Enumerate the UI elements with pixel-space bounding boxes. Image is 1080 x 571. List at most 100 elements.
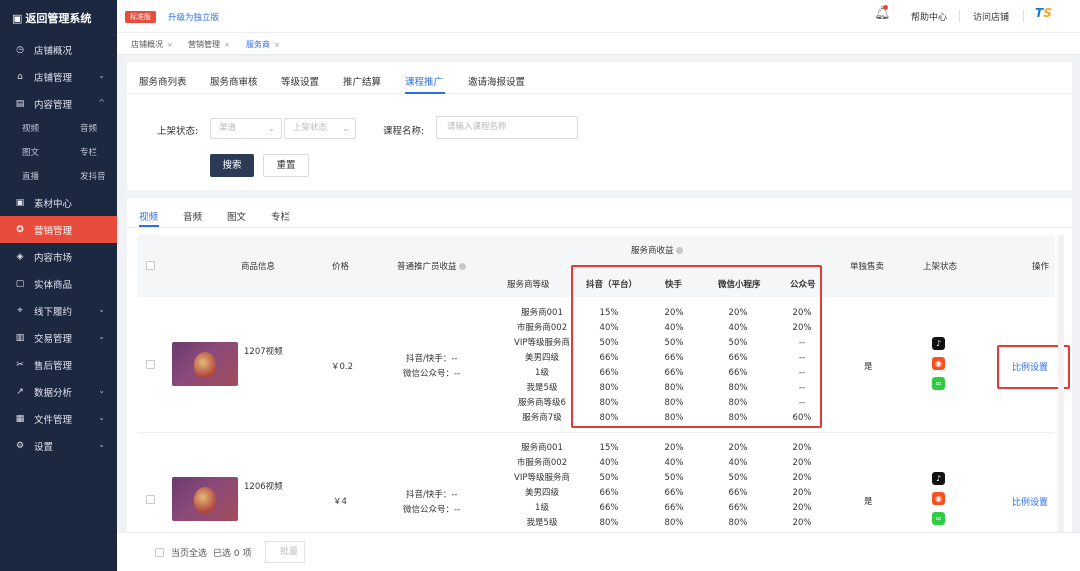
select-all-label[interactable]: 当页全选 bbox=[171, 546, 207, 559]
sidebar-item[interactable]: ▤ 内容管理 ^ bbox=[0, 90, 117, 117]
rate-value: 15% bbox=[599, 443, 619, 453]
rate-value: 66% bbox=[599, 503, 619, 513]
rate-value: 20% bbox=[792, 473, 812, 483]
close-icon[interactable]: × bbox=[224, 41, 230, 49]
tier-name: 服务商001 bbox=[521, 443, 563, 453]
divider bbox=[127, 227, 1072, 228]
sidebar-item-label: 内容管理 bbox=[34, 99, 73, 111]
visit-store-link[interactable]: 访问店铺 bbox=[973, 10, 1009, 23]
notification-dot bbox=[883, 5, 888, 10]
subtab-article[interactable]: 图文 bbox=[227, 209, 246, 223]
sidebar-item[interactable]: ✂ 售后管理 bbox=[0, 351, 117, 378]
douyin-rates: 15% 40% 50% 66% 66% 80% bbox=[579, 441, 639, 531]
app-logo[interactable]: ▣ 返回管理系统 bbox=[0, 0, 117, 36]
sidebar-subitem[interactable]: 视频 bbox=[22, 117, 80, 141]
col-listing-status: 上架状态 bbox=[923, 262, 958, 272]
course-name-input[interactable]: 请输入课程名称 bbox=[436, 116, 578, 139]
page-select-all-checkbox[interactable] bbox=[155, 548, 164, 557]
box-icon: ▢ bbox=[15, 278, 25, 289]
rate-value: 20% bbox=[792, 518, 812, 528]
select-all-checkbox[interactable] bbox=[146, 261, 155, 270]
channel-select[interactable]: 渠道 ⌄ bbox=[210, 118, 282, 139]
rate-value: 66% bbox=[728, 488, 748, 498]
chevron-down-icon: ⌄ bbox=[98, 332, 105, 341]
close-icon[interactable]: × bbox=[274, 41, 280, 49]
chevron-down-icon: ⌄ bbox=[268, 124, 275, 133]
avatar[interactable]: TS bbox=[1035, 6, 1057, 26]
sidebar-subitem[interactable]: 图文 bbox=[22, 141, 80, 165]
file-icon: ▦ bbox=[15, 413, 25, 424]
kuaishou-icon: ◉ bbox=[932, 492, 945, 505]
tier-name: 美男四级 bbox=[524, 488, 559, 498]
tab-underline bbox=[405, 92, 445, 94]
row-checkbox[interactable] bbox=[146, 360, 155, 369]
sidebar-item[interactable]: ▦ 文件管理 ⌄ bbox=[0, 405, 117, 432]
tab-level-settings[interactable]: 等级设置 bbox=[281, 74, 319, 88]
rate-value: 50% bbox=[664, 473, 684, 483]
sidebar-item[interactable]: ▥ 交易管理 ⌄ bbox=[0, 324, 117, 351]
subtab-audio[interactable]: 音频 bbox=[183, 209, 202, 223]
tiktok-icon: ♪ bbox=[932, 337, 945, 350]
aftersale-icon: ✂ bbox=[16, 359, 24, 370]
status-select[interactable]: 上架状态 ⌄ bbox=[284, 118, 356, 139]
rate-value: 40% bbox=[728, 458, 748, 468]
sidebar-item[interactable]: ▣ 素材中心 bbox=[0, 189, 117, 216]
sidebar-item-label: 素材中心 bbox=[34, 198, 73, 210]
help-center-link[interactable]: 帮助中心 bbox=[911, 10, 947, 23]
rate-value: 20% bbox=[792, 488, 812, 498]
bulk-action-bar: 当页全选 已选 0 项 批量设 bbox=[117, 532, 1080, 571]
crumb-service-provider[interactable]: 服务商 × bbox=[246, 39, 280, 50]
close-icon[interactable]: × bbox=[167, 41, 173, 49]
normal-income-douyin: 抖音/快手：-- bbox=[406, 490, 458, 500]
row-checkbox[interactable] bbox=[146, 495, 155, 504]
tier-list: 服务商001 市服务商002 VIP等级服务商 美男四级 1级 我是5级 bbox=[497, 441, 587, 531]
upgrade-link[interactable]: 升级为独立版 bbox=[168, 11, 219, 23]
product-name[interactable]: 1206视频 bbox=[244, 480, 283, 492]
sidebar-item[interactable]: ⌖ 线下履约 ⌄ bbox=[0, 297, 117, 324]
crumb-store-overview[interactable]: 店铺概况 × bbox=[131, 39, 173, 50]
tab-promo-settlement[interactable]: 推广结算 bbox=[343, 74, 381, 88]
rate-value: 80% bbox=[728, 518, 748, 528]
subtab-video[interactable]: 视频 bbox=[139, 209, 158, 223]
reset-button[interactable]: 重置 bbox=[263, 154, 309, 177]
sidebar-item[interactable]: ▢ 实体商品 bbox=[0, 270, 117, 297]
sidebar-item[interactable]: ◷ 店铺概况 bbox=[0, 36, 117, 63]
sidebar-item[interactable]: ◈ 内容市场 bbox=[0, 243, 117, 270]
sidebar-item-label: 设置 bbox=[34, 441, 54, 453]
scrollbar[interactable] bbox=[1058, 235, 1064, 532]
sidebar-item[interactable]: ↗ 数据分析 ⌄ bbox=[0, 378, 117, 405]
rate-value: 80% bbox=[664, 518, 684, 528]
col-actions: 操作 bbox=[1032, 262, 1050, 272]
product-thumbnail[interactable] bbox=[172, 342, 238, 386]
batch-settings-button[interactable]: 批量设 bbox=[265, 541, 305, 563]
sidebar-subitem[interactable]: 直播 bbox=[22, 165, 80, 189]
search-button[interactable]: 搜索 bbox=[210, 154, 254, 177]
rate-value: 40% bbox=[599, 458, 619, 468]
chevron-up-icon: ^ bbox=[98, 98, 105, 107]
mini-program-icon: ∞ bbox=[932, 512, 945, 525]
chevron-down-icon: ⌄ bbox=[98, 440, 105, 449]
app-title: 返回管理系统 bbox=[25, 12, 92, 25]
logo-icon: ▣ bbox=[12, 11, 23, 25]
crumb-marketing[interactable]: 营销管理 × bbox=[188, 39, 230, 50]
sidebar-subitem-label: 直播 bbox=[22, 172, 40, 182]
tab-provider-review[interactable]: 服务商审核 bbox=[210, 74, 258, 88]
tab-invite-poster[interactable]: 邀请海报设置 bbox=[468, 74, 525, 88]
tab-provider-list[interactable]: 服务商列表 bbox=[139, 74, 187, 88]
marketing-icon: ✪ bbox=[16, 224, 24, 235]
subtab-column[interactable]: 专栏 bbox=[271, 209, 290, 223]
store-icon: ⌂ bbox=[17, 71, 23, 82]
tab-course-promotion[interactable]: 课程推广 bbox=[405, 74, 443, 88]
sidebar-item[interactable]: ⚙ 设置 ⌄ bbox=[0, 432, 117, 459]
chevron-down-icon: ⌄ bbox=[98, 386, 105, 395]
sidebar-item[interactable]: ⌂ 店铺管理 ⌄ bbox=[0, 63, 117, 90]
selected-count: 已选 0 项 bbox=[213, 549, 252, 559]
sidebar-item[interactable]: ✪ 营销管理 bbox=[0, 216, 117, 243]
product-name[interactable]: 1207视频 bbox=[244, 345, 283, 357]
rate-value: 80% bbox=[599, 518, 619, 528]
product-thumbnail[interactable] bbox=[172, 477, 238, 521]
info-icon bbox=[458, 263, 466, 270]
mini-program-icon: ∞ bbox=[932, 377, 945, 390]
ratio-settings-link[interactable]: 比例设置 bbox=[1012, 495, 1048, 508]
sidebar-item-label: 数据分析 bbox=[34, 387, 73, 399]
